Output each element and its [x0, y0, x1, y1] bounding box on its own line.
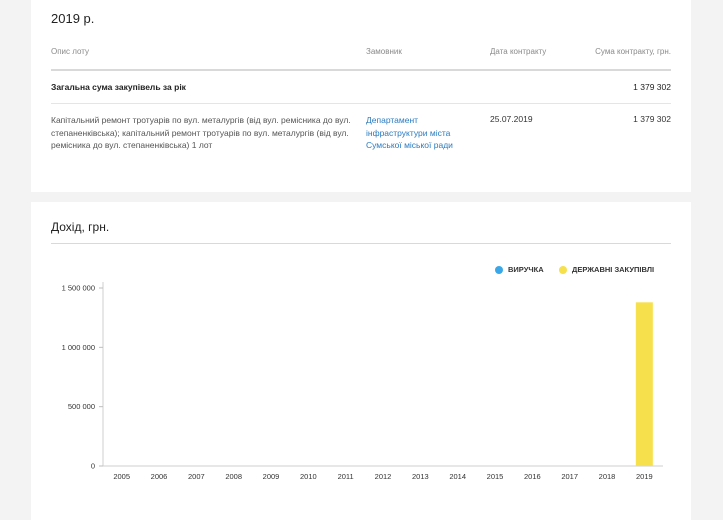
y-tick-label: 500 000: [68, 402, 95, 411]
x-tick-label: 2015: [487, 472, 504, 481]
table-row-sum: 1 379 302: [633, 114, 671, 124]
header-divider: [51, 69, 671, 71]
x-tick-label: 2007: [188, 472, 205, 481]
x-tick-label: 2005: [113, 472, 130, 481]
x-tick-label: 2017: [561, 472, 578, 481]
y-tick-label: 0: [91, 462, 95, 471]
column-header-sum: Сума контракту, грн.: [595, 47, 671, 56]
x-tick-label: 2014: [449, 472, 466, 481]
x-tick-label: 2008: [225, 472, 242, 481]
x-tick-label: 2019: [636, 472, 653, 481]
x-tick-label: 2011: [338, 472, 354, 481]
table-row-date: 25.07.2019: [490, 114, 533, 124]
x-tick-label: 2009: [263, 472, 280, 481]
column-header-date: Дата контракту: [490, 47, 547, 56]
income-bar-chart: 0 500 000 1 000 000 1 500 000 2005 2006 2007 20…: [62, 282, 663, 481]
x-tick-label: 2010: [300, 472, 317, 481]
year-title: 2019 р.: [51, 11, 95, 26]
bar-procurement: [635, 302, 653, 466]
table-row-description: Капітальний ремонт тротуарів по вул. мет…: [51, 115, 351, 150]
total-value: 1 379 302: [633, 82, 671, 92]
x-tick-label: 2016: [524, 472, 541, 481]
x-tick-label: 2006: [151, 472, 168, 481]
income-chart-card: Дохід, грн. ВИРУЧКА ДЕРЖАВНІ ЗАКУПІВЛІ 0…: [31, 202, 691, 520]
x-tick-label: 2018: [599, 472, 616, 481]
customer-link[interactable]: Департамент інфраструктури міста Сумсько…: [366, 114, 476, 152]
procurement-year-card: 2019 р. Опис лоту Замовник Дата контракт…: [31, 0, 691, 192]
column-header-customer: Замовник: [366, 47, 402, 56]
total-label: Загальна сума закупівель за рік: [51, 82, 186, 92]
y-tick-label: 1 500 000: [62, 284, 95, 293]
x-tick-label: 2013: [412, 472, 429, 481]
x-tick-label: 2012: [375, 472, 392, 481]
y-tick-label: 1 000 000: [62, 343, 95, 352]
row-divider: [51, 103, 671, 104]
column-header-lot: Опис лоту: [51, 47, 90, 56]
